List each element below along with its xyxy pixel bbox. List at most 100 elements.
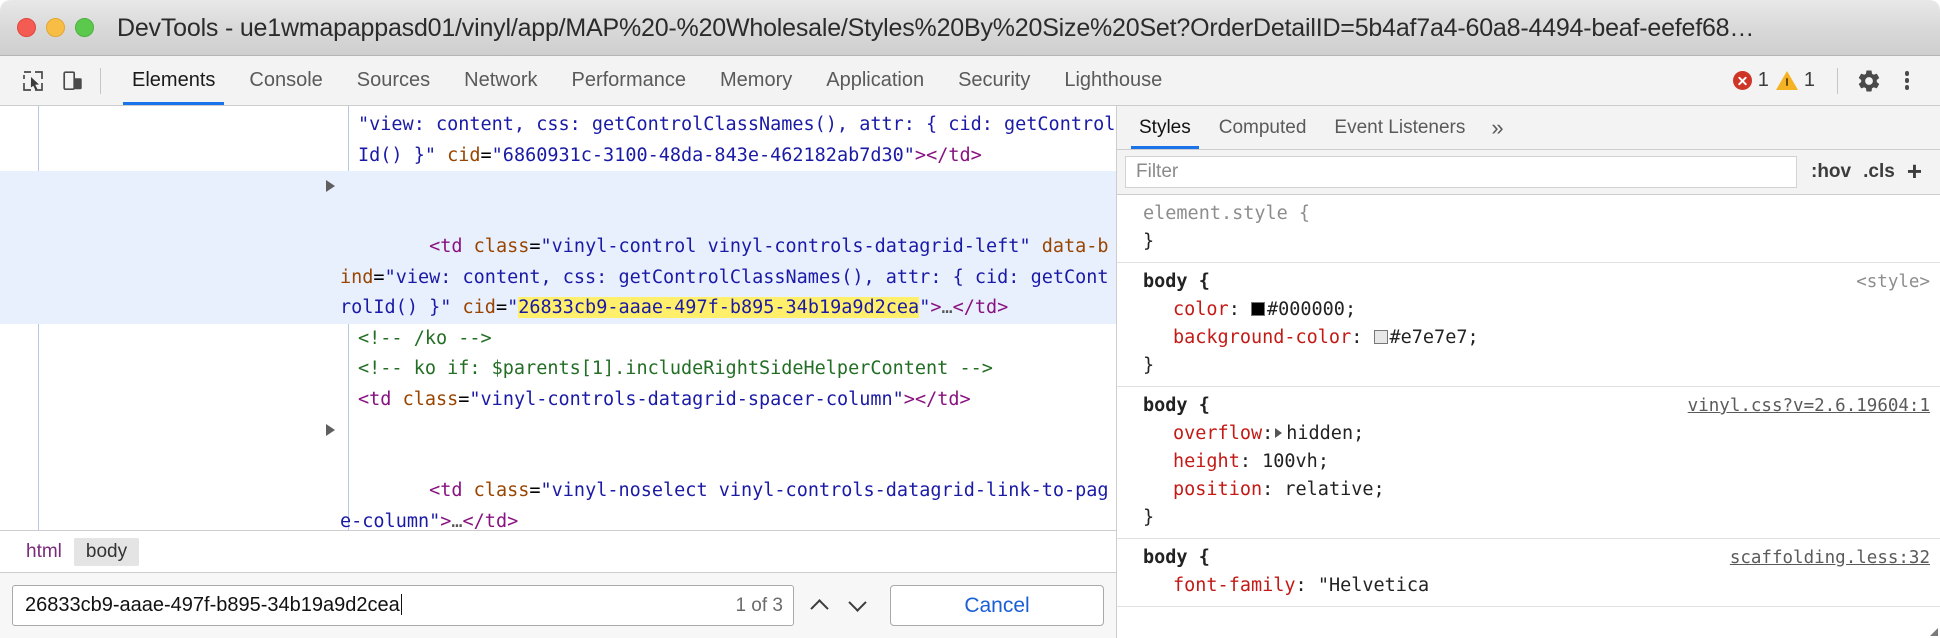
title-bar: DevTools - ue1wmapappasd01/vinyl/app/MAP… (0, 0, 1940, 56)
dom-token: cid (447, 145, 480, 166)
css-property-value[interactable]: #e7e7e7 (1390, 327, 1468, 348)
breadcrumb-item-body[interactable]: body (74, 538, 139, 566)
tab-network[interactable]: Network (447, 56, 554, 105)
dom-node-line[interactable]: "view: content, css: getControlClassName… (0, 110, 1116, 171)
dom-token: = (496, 297, 507, 318)
tab-console[interactable]: Console (232, 56, 339, 105)
search-input[interactable]: 26833cb9-aaae-497f-b895-34b19a9d2cea (25, 594, 725, 617)
color-swatch[interactable] (1374, 330, 1388, 344)
tab-lighthouse[interactable]: Lighthouse (1047, 56, 1179, 105)
dom-token: = (529, 236, 540, 257)
warning-badge[interactable]: 1 (1776, 69, 1815, 92)
tab-event-listeners[interactable]: Event Listeners (1320, 106, 1479, 149)
expand-value-icon[interactable] (1275, 428, 1282, 438)
css-declaration[interactable]: font-family: "Helvetica (1117, 572, 1940, 600)
issue-badges: 1 1 (1733, 69, 1815, 92)
css-rule-header: element.style { (1117, 200, 1940, 228)
css-property-name[interactable]: overflow (1173, 423, 1262, 444)
css-property-name[interactable]: height (1173, 451, 1240, 472)
dom-token: </td> (463, 511, 519, 531)
breadcrumb-item-html[interactable]: html (14, 538, 74, 566)
css-rule-close-brace: } (1117, 352, 1940, 380)
css-declaration[interactable]: overflow:hidden; (1117, 420, 1940, 448)
css-property-name[interactable]: color (1173, 299, 1229, 320)
minimize-window-button[interactable] (46, 18, 65, 37)
tab-memory[interactable]: Memory (703, 56, 809, 105)
new-style-rule-button[interactable]: + (1907, 158, 1922, 184)
dom-token: <!-- ko if: $parents[1].includeRightSide… (358, 358, 993, 379)
expand-triangle-icon[interactable] (326, 424, 335, 436)
dom-tree[interactable]: "view: content, css: getControlClassName… (0, 106, 1116, 530)
styles-panel: Styles Computed Event Listeners » Filter… (1117, 106, 1940, 638)
tab-styles[interactable]: Styles (1125, 106, 1205, 149)
search-input-value: 26833cb9-aaae-497f-b895-34b19a9d2cea (25, 594, 400, 616)
toggle-hov-button[interactable]: :hov (1811, 161, 1851, 183)
css-property-value[interactable]: 100vh (1262, 451, 1318, 472)
css-selector[interactable]: body (1143, 268, 1188, 296)
dom-token: <td (429, 480, 462, 501)
chevron-up-icon (810, 599, 828, 617)
css-rule[interactable]: body { scaffolding.less:32 font-family: … (1117, 539, 1940, 607)
error-icon (1733, 71, 1752, 90)
css-property-value[interactable]: "Helvetica (1318, 575, 1429, 596)
tab-elements[interactable]: Elements (115, 56, 232, 105)
css-declaration[interactable]: color: #000000; (1117, 296, 1940, 324)
inspect-element-button[interactable] (16, 64, 50, 98)
search-input-wrapper[interactable]: 26833cb9-aaae-497f-b895-34b19a9d2cea 1 o… (12, 585, 794, 626)
dom-token: "vinyl-controls-datagrid-spacer-column" (469, 389, 903, 410)
settings-button[interactable] (1850, 62, 1888, 100)
css-property-value[interactable]: hidden (1286, 423, 1353, 444)
text-caret (401, 594, 403, 615)
expand-triangle-icon[interactable] (326, 180, 335, 192)
css-rule-source-link[interactable]: vinyl.css?v=2.6.19604:1 (1676, 392, 1930, 420)
css-property-name[interactable]: position (1173, 479, 1262, 500)
css-declaration[interactable]: height: 100vh; (1117, 448, 1940, 476)
resize-handle[interactable] (1930, 628, 1938, 636)
close-window-button[interactable] (17, 18, 36, 37)
dom-token: " (507, 297, 518, 318)
more-panels-button[interactable]: » (1479, 106, 1515, 149)
css-rule[interactable]: body { vinyl.css?v=2.6.19604:1 overflow:… (1117, 387, 1940, 539)
color-swatch[interactable] (1251, 302, 1265, 316)
tab-computed[interactable]: Computed (1205, 106, 1321, 149)
css-declaration[interactable]: position: relative; (1117, 476, 1940, 504)
dom-node-line[interactable]: <td class="vinyl-controls-datagrid-space… (0, 385, 1116, 416)
dom-node-line[interactable]: <!-- ko if: $parents[1].includeRightSide… (0, 354, 1116, 385)
toggle-device-toolbar-button[interactable] (56, 64, 90, 98)
maximize-window-button[interactable] (75, 18, 94, 37)
css-property-name[interactable]: font-family (1173, 575, 1296, 596)
window-controls (0, 18, 94, 37)
dom-token: " (919, 297, 930, 318)
dom-node-line[interactable]: <td class="vinyl-noselect vinyl-controls… (0, 415, 1116, 530)
error-badge[interactable]: 1 (1733, 69, 1769, 92)
css-property-value[interactable]: relative (1284, 479, 1373, 500)
css-rule-source-link[interactable]: scaffolding.less:32 (1718, 544, 1930, 572)
search-next-button[interactable] (838, 585, 876, 626)
tab-application[interactable]: Application (809, 56, 941, 105)
toggle-cls-button[interactable]: .cls (1863, 161, 1895, 183)
tab-performance[interactable]: Performance (555, 56, 704, 105)
breadcrumb: html body (0, 530, 1116, 572)
css-declaration[interactable]: background-color: #e7e7e7; (1117, 324, 1940, 352)
css-selector[interactable]: body (1143, 544, 1188, 572)
css-property-value[interactable]: #000000 (1267, 299, 1345, 320)
tab-security[interactable]: Security (941, 56, 1047, 105)
dom-token: = (481, 145, 492, 166)
dom-token (463, 236, 474, 257)
dom-node-line-selected[interactable]: <td class="vinyl-control vinyl-controls-… (0, 171, 1116, 324)
tab-sources[interactable]: Sources (340, 56, 447, 105)
css-selector[interactable]: element.style (1143, 200, 1288, 228)
search-prev-button[interactable] (800, 585, 838, 626)
dom-node-line[interactable]: <!-- /ko --> (0, 324, 1116, 355)
css-property-name[interactable]: background-color (1173, 327, 1351, 348)
css-rule[interactable]: element.style { } (1117, 195, 1940, 263)
more-options-button[interactable] (1888, 62, 1926, 100)
styles-filter-input[interactable]: Filter (1125, 156, 1797, 188)
css-selector[interactable]: body (1143, 392, 1188, 420)
styles-panel-tabs: Styles Computed Event Listeners » (1117, 106, 1940, 150)
dom-token: <td (358, 389, 391, 410)
dom-token (463, 480, 474, 501)
warning-icon (1776, 71, 1798, 90)
css-rule[interactable]: body { <style> color: #000000; backgroun… (1117, 263, 1940, 387)
cancel-search-button[interactable]: Cancel (890, 585, 1104, 626)
